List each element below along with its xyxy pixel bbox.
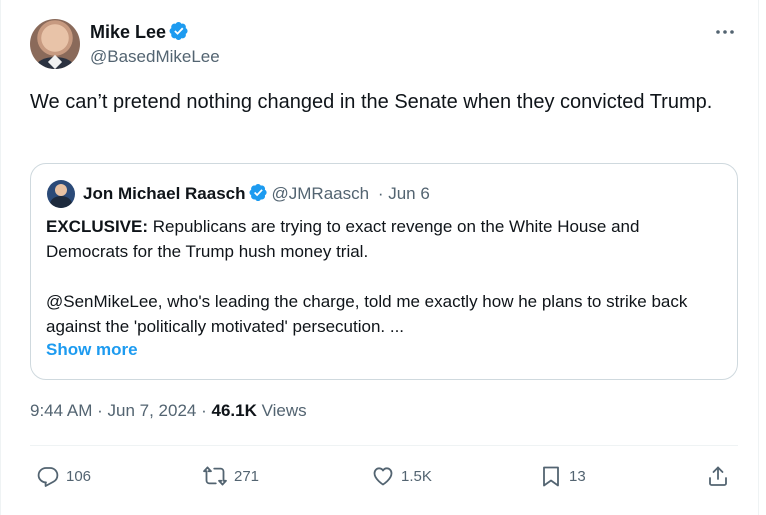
quoted-text: EXCLUSIVE: Republicans are trying to exa… xyxy=(46,214,726,339)
bookmark-icon xyxy=(539,464,563,488)
quoted-paragraph-2: @SenMikeLee, who's leading the charge, t… xyxy=(46,292,688,336)
action-bar: 106 271 1.5K 13 xyxy=(0,458,766,494)
avatar[interactable] xyxy=(30,19,80,69)
retweet-button[interactable]: 271 xyxy=(202,458,259,494)
quoted-tweet[interactable]: Jon Michael Raasch @JMRaasch · Jun 6 EXCL… xyxy=(30,163,738,380)
like-icon xyxy=(371,464,395,488)
quoted-avatar[interactable] xyxy=(47,180,75,208)
more-button[interactable] xyxy=(712,20,738,44)
retweet-count: 271 xyxy=(234,467,260,485)
author-name[interactable]: Mike Lee xyxy=(90,21,189,43)
reply-button[interactable]: 106 xyxy=(36,458,91,494)
share-button[interactable] xyxy=(706,458,730,494)
reply-icon xyxy=(36,464,60,488)
views-label: Views xyxy=(261,401,307,420)
like-count: 1.5K xyxy=(401,467,432,485)
tweet-time[interactable]: 9:44 AM xyxy=(30,401,92,420)
quoted-paragraph-1: EXCLUSIVE: Republicans are trying to exa… xyxy=(46,214,726,264)
quoted-lead: EXCLUSIVE: xyxy=(46,217,149,236)
share-icon xyxy=(706,464,730,488)
views-count[interactable]: 46.1K xyxy=(212,401,257,420)
quoted-author-handle[interactable]: @JMRaasch xyxy=(272,184,370,203)
bookmark-button[interactable]: 13 xyxy=(539,458,586,494)
divider xyxy=(30,445,738,446)
tweet: Mike Lee @BasedMikeLee We can’t pretend … xyxy=(0,0,766,515)
quoted-separator: · xyxy=(377,184,384,203)
quoted-header: Jon Michael Raasch @JMRaasch · Jun 6 xyxy=(83,183,430,204)
verified-badge-icon xyxy=(249,183,268,202)
verified-badge-icon xyxy=(169,21,189,41)
like-button[interactable]: 1.5K xyxy=(371,458,432,494)
author-name-text: Mike Lee xyxy=(90,22,167,42)
more-icon xyxy=(715,29,735,35)
tweet-meta: 9:44 AM · Jun 7, 2024 · 46.1K Views xyxy=(30,401,307,421)
tweet-text: We can’t pretend nothing changed in the … xyxy=(30,91,713,113)
tweet-date[interactable]: Jun 7, 2024 xyxy=(108,401,197,420)
meta-separator: · xyxy=(97,401,103,420)
quoted-date[interactable]: Jun 6 xyxy=(388,184,430,203)
frame-border-right xyxy=(758,0,759,515)
reply-count: 106 xyxy=(66,467,92,485)
retweet-icon xyxy=(202,464,228,488)
frame-border-left xyxy=(0,0,1,515)
show-more-link[interactable]: Show more xyxy=(46,340,138,360)
meta-separator-2: · xyxy=(201,401,207,420)
quoted-author-name[interactable]: Jon Michael Raasch xyxy=(83,184,246,203)
author-handle[interactable]: @BasedMikeLee xyxy=(90,47,220,67)
bookmark-count: 13 xyxy=(569,467,586,485)
